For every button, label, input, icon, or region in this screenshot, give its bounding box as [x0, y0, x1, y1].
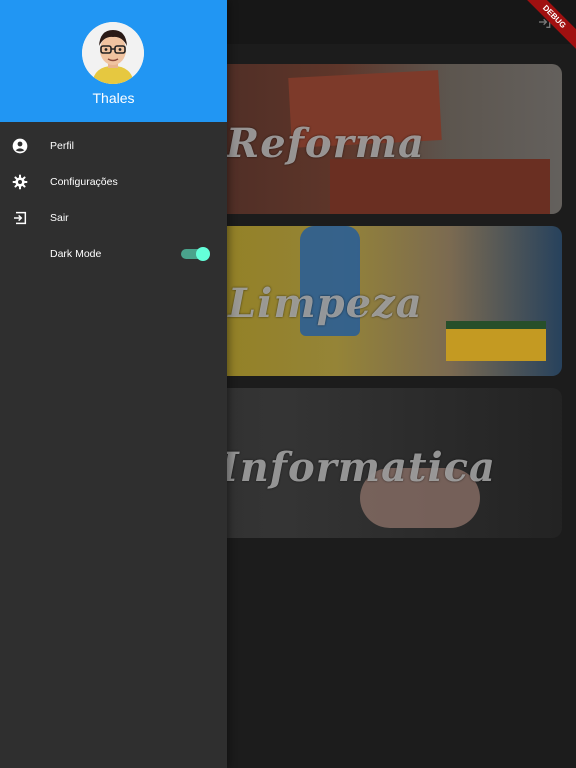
menu-item-label: Dark Mode [50, 248, 102, 260]
menu-item-dark-mode[interactable]: Dark Mode [0, 236, 227, 272]
menu-item-label: Perfil [50, 140, 74, 152]
menu-item-label: Configurações [50, 176, 118, 188]
app-screen: DEBUG Reforma Limpeza Informatica Thales… [0, 0, 576, 768]
card-image-brick [330, 159, 550, 214]
dark-mode-toggle[interactable] [181, 247, 210, 261]
moon-icon [12, 246, 28, 262]
menu-item-label: Sair [50, 212, 69, 224]
avatar[interactable] [82, 22, 144, 84]
menu-item-sair[interactable]: Sair [0, 200, 227, 236]
drawer-header: Thales [0, 0, 227, 122]
toggle-thumb [196, 247, 210, 261]
drawer-menu: Perfil Configurações Sair Dark Mode [0, 128, 227, 272]
category-label: Limpeza [228, 280, 423, 327]
menu-item-configuracoes[interactable]: Configurações [0, 164, 227, 200]
login-icon [12, 210, 28, 226]
account-circle-icon [12, 138, 28, 154]
menu-item-perfil[interactable]: Perfil [0, 128, 227, 164]
card-image-sponge [446, 321, 546, 361]
settings-icon [12, 174, 28, 190]
category-label: Reforma [226, 120, 425, 167]
user-name: Thales [92, 90, 135, 106]
category-label: Informatica [220, 444, 496, 491]
navigation-drawer: Thales Perfil Configurações Sair Dark Mo… [0, 0, 227, 768]
